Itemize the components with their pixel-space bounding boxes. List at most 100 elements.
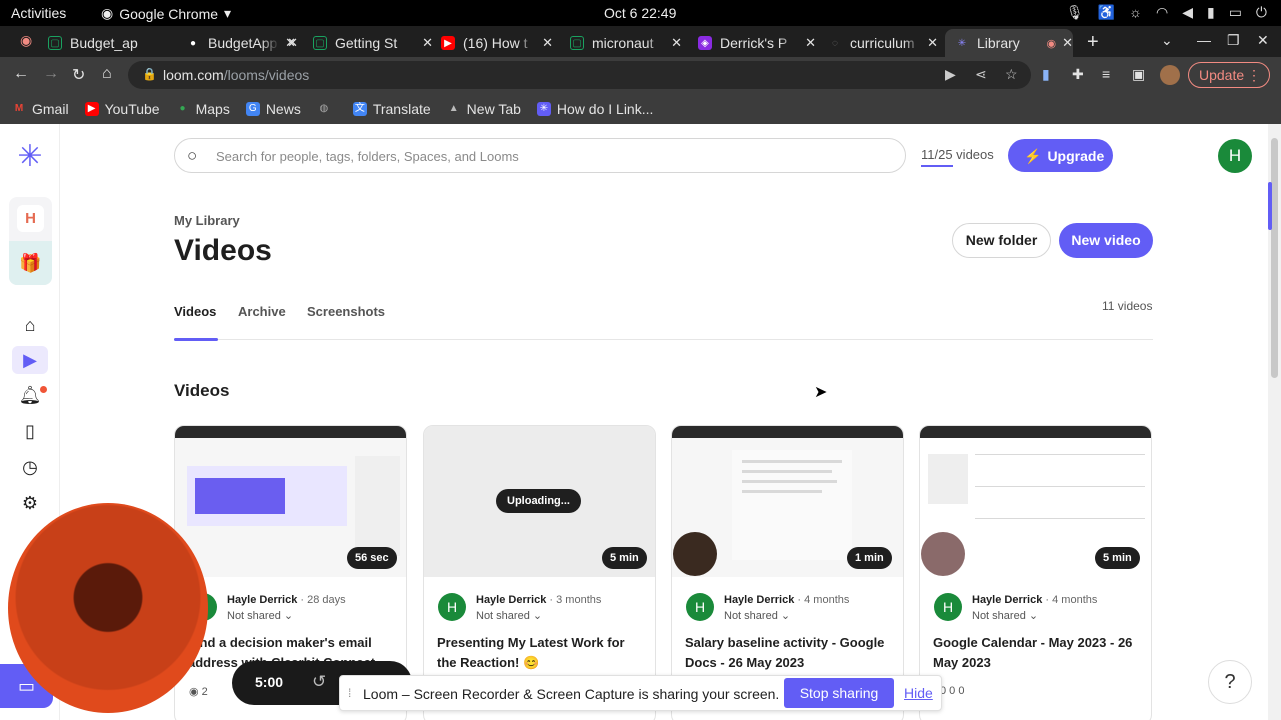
update-button[interactable]: Update ⋮ bbox=[1188, 62, 1270, 88]
back-icon[interactable]: ← bbox=[13, 65, 29, 83]
video-quota-link[interactable]: 11/25 videos bbox=[921, 147, 994, 167]
profile-avatar[interactable] bbox=[1160, 65, 1180, 85]
app-menu[interactable]: ◉ Google Chrome ▾ bbox=[101, 5, 231, 22]
system-tray[interactable]: 🎙 ♿ ☼ ◠ ◀ ▮ ▭ ⏻ bbox=[1066, 4, 1267, 21]
caret-down-icon: ▾ bbox=[224, 5, 232, 21]
new-tab-icon: ▲ bbox=[448, 102, 459, 114]
user-avatar[interactable]: H bbox=[1218, 139, 1252, 173]
upgrade-button[interactable]: ⚡ Upgrade bbox=[1008, 139, 1113, 172]
new-folder-button[interactable]: New folder bbox=[952, 223, 1051, 258]
hide-link[interactable]: Hide bbox=[904, 685, 933, 701]
maximize-icon[interactable]: ❐ bbox=[1227, 32, 1240, 49]
minimize-icon[interactable]: — bbox=[1197, 32, 1211, 48]
close-window-icon[interactable]: ✕ bbox=[1257, 32, 1269, 49]
video-title[interactable]: Google Calendar - May 2023 - 26 May 2023 bbox=[933, 633, 1143, 673]
share-icon[interactable]: ⋖ bbox=[975, 66, 987, 83]
forward-icon[interactable]: → bbox=[43, 65, 59, 83]
drag-handle-icon[interactable]: ⁞ bbox=[348, 686, 351, 700]
bookmark-news[interactable]: G News bbox=[245, 101, 301, 117]
help-button[interactable]: ? bbox=[1208, 660, 1252, 704]
search-bar[interactable]: ○ Search for people, tags, folders, Spac… bbox=[174, 138, 906, 173]
video-thumbnail[interactable]: 56 sec bbox=[175, 426, 406, 577]
webcam-bubble bbox=[673, 532, 717, 576]
video-title[interactable]: Salary baseline activity - Google Docs -… bbox=[685, 633, 895, 673]
bookmark-star-icon[interactable]: ☆ bbox=[1005, 66, 1018, 83]
recording-indicator-icon: ◉ bbox=[20, 32, 33, 48]
reload-icon[interactable]: ↻ bbox=[72, 65, 85, 85]
restart-icon[interactable]: ↺ bbox=[312, 672, 326, 692]
tab-screenshots[interactable]: Screenshots bbox=[307, 304, 385, 340]
browser-tab[interactable]: ◌ curriculum ✕ bbox=[828, 29, 938, 57]
browser-tab[interactable]: ▶ (16) How t ✕ bbox=[441, 29, 553, 57]
bookmark-globe[interactable]: ◍ bbox=[317, 102, 337, 116]
library-nav-icon[interactable]: ▶ bbox=[12, 346, 48, 374]
close-tab-icon[interactable]: ✕ bbox=[285, 35, 296, 51]
extensions-puzzle-icon[interactable]: ✚ bbox=[1072, 66, 1084, 83]
bookmark-new-tab[interactable]: ▲ New Tab bbox=[447, 101, 521, 117]
video-thumbnail[interactable]: Uploading... 5 min bbox=[424, 426, 655, 577]
tab-title: Library bbox=[977, 35, 1020, 51]
home-icon[interactable]: ⌂ bbox=[102, 65, 112, 83]
scrollbar-thumb[interactable] bbox=[1271, 138, 1278, 378]
loom-logo-icon[interactable]: ✳ bbox=[14, 141, 46, 173]
share-status[interactable]: Not shared ⌄ bbox=[724, 609, 790, 622]
share-status[interactable]: Not shared ⌄ bbox=[227, 609, 293, 622]
bookmark-youtube[interactable]: ▶ YouTube bbox=[84, 100, 160, 117]
bookmark-how-do-i-link[interactable]: ✳ How do I Link... bbox=[536, 101, 653, 117]
webcam-bubble bbox=[921, 532, 965, 576]
author-line: Hayle Derrick · 4 months bbox=[972, 594, 1098, 606]
browser-tab[interactable]: ◈ Derrick's P ✕ bbox=[698, 29, 816, 57]
search-input[interactable]: Search for people, tags, folders, Spaces… bbox=[216, 149, 519, 164]
video-thumbnail[interactable]: 5 min bbox=[920, 426, 1151, 577]
video-card[interactable]: 5 min H Hayle Derrick · 4 months Not sha… bbox=[919, 425, 1152, 720]
camera-bubble[interactable] bbox=[8, 503, 208, 713]
extension-icon[interactable]: ▮ bbox=[1042, 66, 1050, 83]
workspace-avatar[interactable]: H bbox=[17, 205, 44, 232]
gift-icon[interactable]: 🎁 bbox=[9, 241, 52, 285]
home-nav-icon[interactable]: ⌂ bbox=[18, 313, 42, 337]
close-tab-icon[interactable]: ✕ bbox=[805, 35, 816, 51]
share-status[interactable]: Not shared ⌄ bbox=[476, 609, 542, 622]
bookmark-maps[interactable]: ● Maps bbox=[176, 101, 230, 117]
bookmark-translate[interactable]: 文 Translate bbox=[352, 101, 431, 117]
clock[interactable]: Oct 6 22:49 bbox=[604, 5, 676, 21]
side-panel-icon[interactable]: ▣ bbox=[1132, 66, 1145, 83]
share-status[interactable]: Not shared ⌄ bbox=[972, 609, 1038, 622]
close-tab-icon[interactable]: ✕ bbox=[927, 35, 938, 51]
browser-tab[interactable]: ▢ micronaut ✕ bbox=[570, 29, 682, 57]
browser-tab[interactable]: ● BudgetApp ✕ bbox=[186, 29, 296, 57]
activities-button[interactable]: Activities bbox=[11, 5, 66, 21]
media-controls-icon[interactable]: ≡ bbox=[1102, 66, 1110, 82]
close-tab-icon[interactable]: ✕ bbox=[671, 35, 682, 51]
close-tab-icon[interactable]: ✕ bbox=[1062, 35, 1073, 51]
tab-videos[interactable]: Videos bbox=[174, 304, 219, 341]
camera-icon[interactable]: ▶ bbox=[945, 66, 956, 83]
bookmark-nav-icon[interactable]: ▯ bbox=[18, 419, 42, 443]
url-path: /looms/videos bbox=[223, 67, 310, 83]
stop-sharing-button[interactable]: Stop sharing bbox=[784, 678, 894, 708]
author-avatar: H bbox=[934, 593, 962, 621]
tab-search-icon[interactable]: ⌄ bbox=[1161, 32, 1173, 49]
tab-title: micronaut bbox=[592, 35, 654, 51]
notifications-bell-icon[interactable]: 🔔︎ bbox=[18, 383, 42, 407]
video-title[interactable]: Presenting My Latest Work for the Reacti… bbox=[437, 633, 647, 673]
video-thumbnail[interactable]: 1 min bbox=[672, 426, 903, 577]
bookmark-gmail[interactable]: M Gmail bbox=[12, 101, 69, 117]
loom-favicon-icon: ✳ bbox=[957, 37, 967, 49]
browser-tab[interactable]: ▢ Getting St ✕ bbox=[313, 29, 433, 57]
tab-archive[interactable]: Archive bbox=[238, 304, 286, 340]
address-bar[interactable]: 🔒 loom.com/looms/videos ▶ ⋖ ☆ bbox=[128, 61, 1031, 89]
page-scrollbar[interactable] bbox=[1268, 124, 1281, 720]
browser-tab-active[interactable]: ✳ Library ◉ ✕ bbox=[945, 29, 1073, 57]
settings-gear-icon[interactable]: ⚙ bbox=[18, 491, 42, 515]
bookmark-label: YouTube bbox=[104, 100, 160, 117]
author-line: Hayle Derrick · 3 months bbox=[476, 594, 602, 606]
chrome-icon: ◉ bbox=[101, 5, 114, 21]
close-tab-icon[interactable]: ✕ bbox=[422, 35, 433, 51]
new-tab-button[interactable]: + bbox=[1087, 31, 1099, 54]
breadcrumb[interactable]: My Library bbox=[174, 213, 240, 228]
close-tab-icon[interactable]: ✕ bbox=[542, 35, 553, 51]
new-video-button[interactable]: New video bbox=[1059, 223, 1153, 258]
bookmarks-bar: M Gmail ▶ YouTube ● Maps G News ◍ 文 Translate… bbox=[0, 93, 1281, 124]
history-clock-icon[interactable]: ◷ bbox=[18, 455, 42, 479]
